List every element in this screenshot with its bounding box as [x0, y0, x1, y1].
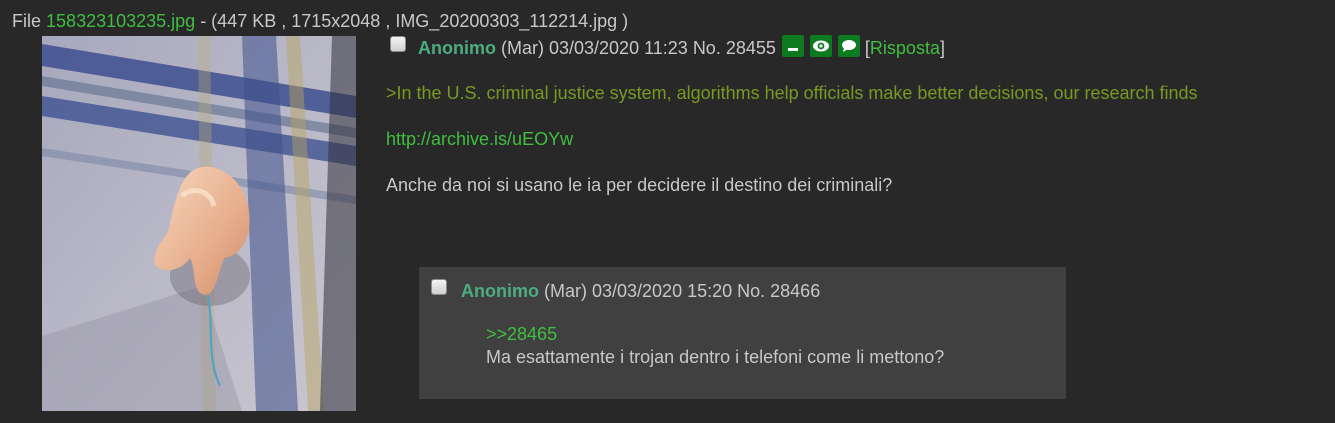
post-datetime: (Mar) 03/03/2020 11:23: [501, 38, 688, 58]
poster-name: Anonimo: [418, 38, 496, 58]
op-post: Anonimo (Mar) 03/03/2020 11:23 No. 28455…: [386, 35, 1270, 195]
reply-post-header: Anonimo (Mar) 03/03/2020 15:20 No. 28466: [431, 279, 820, 303]
speech-bubble-icon[interactable]: [837, 35, 860, 57]
reply-select-checkbox[interactable]: [431, 279, 447, 295]
file-meta: - (447 KB , 1715x2048 , IMG_20200303_112…: [195, 11, 629, 31]
op-post-header: Anonimo (Mar) 03/03/2020 11:23 No. 28455…: [390, 35, 1270, 60]
reply-link[interactable]: Risposta: [870, 36, 940, 60]
file-info: File 158323103235.jpg - (447 KB , 1715x2…: [12, 10, 628, 32]
reply-post: Anonimo (Mar) 03/03/2020 15:20 No. 28466…: [419, 267, 1066, 399]
tooth-on-cloth-image: [42, 36, 356, 411]
file-label: File: [12, 11, 42, 31]
reply-post-body: >>28465 Ma esattamente i trojan dentro i…: [486, 323, 944, 369]
hide-icon[interactable]: [781, 35, 804, 57]
file-link[interactable]: 158323103235.jpg: [46, 11, 195, 31]
reply-message: Ma esattamente i trojan dentro i telefon…: [486, 347, 945, 367]
thread-page: File 158323103235.jpg - (447 KB , 1715x2…: [0, 0, 1335, 423]
op-select-checkbox[interactable]: [390, 36, 406, 52]
reply-bracket-close: ]: [939, 38, 945, 58]
post-datetime: (Mar) 03/03/2020 15:20: [544, 281, 733, 301]
post-image-thumbnail[interactable]: [42, 36, 356, 411]
archive-link[interactable]: http://archive.is/uEOYw: [386, 129, 573, 149]
greentext-quote: >In the U.S. criminal justice system, al…: [386, 83, 1198, 103]
watch-eye-icon[interactable]: [809, 35, 832, 57]
post-number[interactable]: No. 28455: [693, 36, 776, 60]
post-number[interactable]: No. 28466: [737, 279, 820, 303]
op-message: Anche da noi si usano le ia per decidere…: [386, 175, 893, 195]
poster-name: Anonimo: [461, 281, 539, 301]
quote-link[interactable]: >>28465: [486, 323, 944, 346]
op-post-body: >In the U.S. criminal justice system, al…: [386, 82, 1266, 197]
